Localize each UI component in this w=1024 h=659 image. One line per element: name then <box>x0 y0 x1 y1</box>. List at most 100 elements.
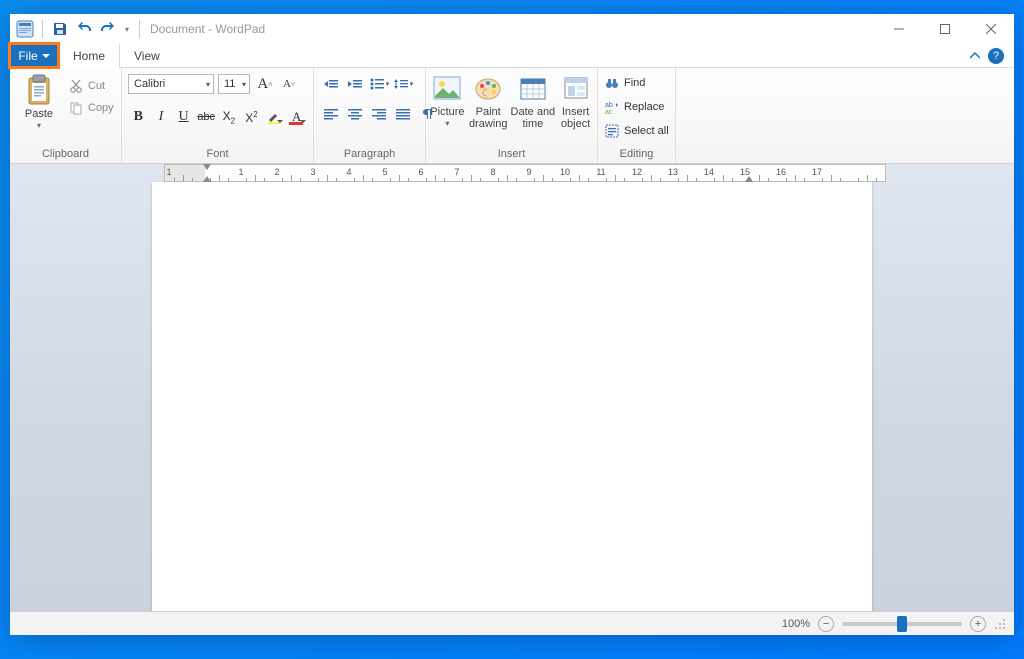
zoom-slider[interactable] <box>842 622 962 626</box>
collapse-ribbon-chevron-icon[interactable] <box>970 51 980 61</box>
zoom-out-button[interactable]: − <box>818 616 834 632</box>
paste-chevron-icon: ▾ <box>37 121 41 130</box>
horizontal-ruler[interactable]: 11234567891011121314151617 <box>164 164 886 182</box>
app-window: ▾ Document - WordPad File Home View ? <box>10 14 1014 635</box>
clipboard-icon <box>23 74 55 106</box>
find-label: Find <box>624 77 645 89</box>
paste-button[interactable]: Paste ▾ <box>16 72 62 130</box>
align-left-button[interactable] <box>320 104 342 124</box>
grow-font-button[interactable]: A˄ <box>254 74 276 94</box>
calendar-icon <box>517 72 549 104</box>
ribbon-tabs: File Home View ? <box>10 44 1014 68</box>
chevron-down-icon: ▾ <box>238 80 246 89</box>
save-icon[interactable] <box>49 18 71 40</box>
svg-text:ac: ac <box>605 109 613 114</box>
picture-button[interactable]: Picture ▾ <box>428 70 467 128</box>
clipboard-group-label: Clipboard <box>10 146 121 163</box>
font-name-combo[interactable]: Calibri ▾ <box>128 74 214 94</box>
home-tab-label: Home <box>73 49 105 63</box>
paste-label: Paste <box>25 108 53 120</box>
insert-group-label: Insert <box>426 146 597 163</box>
picture-icon <box>431 72 463 104</box>
increase-indent-button[interactable] <box>344 74 366 94</box>
ruler-wrap: 11234567891011121314151617 <box>10 164 1014 182</box>
zoom-level-label: 100% <box>782 618 810 630</box>
view-tab[interactable]: View <box>120 44 175 67</box>
zoom-slider-thumb[interactable] <box>897 616 907 632</box>
align-right-button[interactable] <box>368 104 390 124</box>
first-line-indent-marker[interactable] <box>203 164 211 170</box>
editing-group-label: Editing <box>598 146 675 163</box>
cut-button[interactable]: Cut <box>68 76 114 96</box>
object-icon <box>560 72 592 104</box>
tabs-spacer <box>175 44 970 67</box>
zoom-in-button[interactable]: + <box>970 616 986 632</box>
insert-group: Picture ▾ Paint drawing Date and time In… <box>426 68 598 163</box>
undo-icon[interactable] <box>73 18 95 40</box>
date-time-label: Date and time <box>511 106 556 130</box>
find-button[interactable]: Find <box>604 73 645 93</box>
binoculars-icon <box>604 75 620 91</box>
close-button[interactable] <box>968 14 1014 44</box>
document-page[interactable] <box>152 182 872 611</box>
font-group-label: Font <box>122 146 313 163</box>
insert-object-button[interactable]: Insert object <box>556 70 595 130</box>
copy-button[interactable]: Copy <box>68 98 114 118</box>
minimize-button[interactable] <box>876 14 922 44</box>
chevron-down-icon: ▾ <box>445 119 449 128</box>
redo-icon[interactable] <box>97 18 119 40</box>
subscript-button[interactable]: X2 <box>219 106 240 128</box>
view-tab-label: View <box>134 49 160 63</box>
select-all-button[interactable]: Select all <box>604 121 669 141</box>
home-tab[interactable]: Home <box>58 44 120 68</box>
font-size-combo[interactable]: 11▾ <box>218 74 250 94</box>
bullets-button[interactable]: ▾ <box>368 74 390 94</box>
font-color-button[interactable]: A <box>286 106 307 128</box>
superscript-button[interactable]: X2 <box>241 106 262 128</box>
replace-button[interactable]: abac Replace <box>604 97 664 117</box>
palette-icon <box>472 72 504 104</box>
cut-label: Cut <box>88 80 105 92</box>
maximize-button[interactable] <box>922 14 968 44</box>
paint-drawing-label: Paint drawing <box>469 106 508 130</box>
font-group: Calibri▾ 11▾ A˄ A˅ B I U abc X2 X2 A <box>122 68 314 163</box>
align-center-button[interactable] <box>344 104 366 124</box>
italic-button[interactable]: I <box>151 106 172 128</box>
font-size-value: 11 <box>224 78 235 90</box>
resize-grip-icon[interactable] <box>994 618 1006 630</box>
app-icon[interactable] <box>14 18 36 40</box>
ribbon: Paste ▾ Cut Copy Clipboard <box>10 68 1014 164</box>
help-icon[interactable]: ? <box>988 48 1004 64</box>
separator <box>42 20 43 38</box>
paint-drawing-button[interactable]: Paint drawing <box>467 70 510 130</box>
paragraph-group: ▾ ▾ Paragraph <box>314 68 426 163</box>
left-indent-marker[interactable] <box>203 176 211 182</box>
copy-icon <box>68 100 84 116</box>
underline-button[interactable]: U <box>173 106 194 128</box>
replace-label: Replace <box>624 101 664 113</box>
picture-label: Picture <box>430 106 464 118</box>
select-all-label: Select all <box>624 125 669 137</box>
clipboard-group: Paste ▾ Cut Copy Clipboard <box>10 68 122 163</box>
editing-group: Find abac Replace Select all Editing <box>598 68 676 163</box>
shrink-font-button[interactable]: A˅ <box>278 74 300 94</box>
separator <box>139 20 140 38</box>
date-time-button[interactable]: Date and time <box>510 70 557 130</box>
chevron-down-icon: ▾ <box>202 80 210 89</box>
window-controls <box>876 14 1014 44</box>
line-spacing-button[interactable]: ▾ <box>392 74 414 94</box>
file-tab[interactable]: File <box>10 44 58 67</box>
qat-customize-chevron-icon[interactable]: ▾ <box>121 25 133 34</box>
text-highlight-button[interactable] <box>264 106 285 128</box>
decrease-indent-button[interactable] <box>320 74 342 94</box>
bold-button[interactable]: B <box>128 106 149 128</box>
quick-access-toolbar: ▾ <box>10 18 144 40</box>
replace-icon: abac <box>604 99 620 115</box>
window-title: Document - WordPad <box>150 22 265 36</box>
font-name-value: Calibri <box>134 78 165 90</box>
status-bar: 100% − + <box>10 611 1014 635</box>
strikethrough-button[interactable]: abc <box>196 106 217 128</box>
justify-button[interactable] <box>392 104 414 124</box>
select-all-icon <box>604 123 620 139</box>
right-indent-marker[interactable] <box>745 176 753 182</box>
